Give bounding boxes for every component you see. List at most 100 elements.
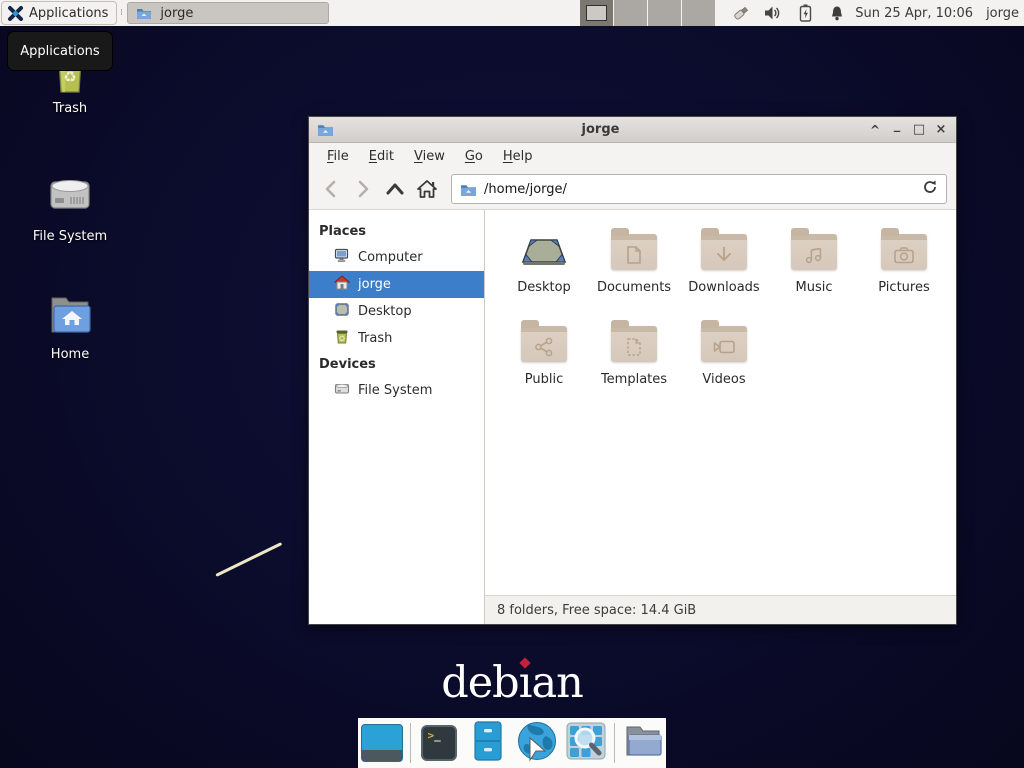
xfce-logo-icon — [6, 4, 24, 22]
desktop-icon-label: Trash — [53, 101, 87, 116]
file-item-pictures[interactable]: Pictures — [859, 226, 949, 318]
trash-icon — [334, 329, 350, 348]
file-item-label: Templates — [601, 372, 667, 387]
sidebar: Places Computer — [309, 210, 485, 624]
statusbar: 8 folders, Free space: 14.4 GiB — [485, 595, 956, 624]
up-button[interactable] — [382, 176, 408, 202]
workspace-window-thumb — [586, 5, 607, 21]
home-button[interactable] — [414, 176, 440, 202]
sidebar-item-desktop[interactable]: Desktop — [309, 298, 484, 325]
applications-menu-button[interactable]: Applications — [1, 1, 117, 25]
close-button[interactable]: × — [933, 121, 949, 139]
application-finder-launcher[interactable] — [565, 722, 607, 764]
file-item-public[interactable]: Public — [499, 318, 589, 410]
statusbar-text: 8 folders, Free space: 14.4 GiB — [497, 603, 696, 618]
app-finder-icon — [566, 721, 606, 765]
menu-help[interactable]: Help — [493, 146, 543, 167]
sidebar-item-trash[interactable]: Trash — [309, 325, 484, 352]
sidebar-item-jorge[interactable]: jorge — [309, 271, 484, 298]
usb-drive-icon[interactable] — [732, 4, 750, 22]
path-bar[interactable]: /home/jorge/ — [451, 174, 947, 204]
shade-button[interactable]: ^ — [867, 121, 883, 139]
desktop-screen: Applications ⁞ jorge — [0, 0, 1024, 768]
file-manager-window: jorge ^ _ □ × File Edit View Go Help — [308, 116, 957, 625]
desktop-icon — [334, 302, 350, 321]
folder-icon — [701, 234, 747, 270]
sidebar-item-label: Desktop — [358, 304, 412, 319]
minimize-button[interactable]: _ — [889, 121, 905, 139]
desktop-icon-file-system[interactable]: File System — [14, 170, 126, 244]
document-icon — [611, 240, 657, 270]
terminal-launcher[interactable]: >_ — [418, 722, 460, 764]
menubar: File Edit View Go Help — [309, 143, 956, 169]
video-camera-icon — [701, 332, 747, 362]
show-desktop-icon — [361, 724, 403, 762]
desktop-icon-home[interactable]: Home — [14, 292, 126, 362]
file-item-label: Videos — [702, 372, 745, 387]
terminal-icon: >_ — [421, 725, 457, 761]
toolbar: /home/jorge/ — [309, 169, 956, 210]
window-controls: ^ _ □ × — [867, 121, 949, 139]
file-item-videos[interactable]: Videos — [679, 318, 769, 410]
workspace-2[interactable] — [614, 0, 648, 26]
desktop-icon-label: File System — [33, 229, 107, 244]
file-item-label: Desktop — [517, 280, 571, 295]
sidebar-item-label: jorge — [358, 277, 391, 292]
folder-icon — [791, 234, 837, 270]
back-button[interactable] — [318, 176, 344, 202]
panel-user[interactable]: jorge — [986, 6, 1019, 21]
battery-charging-icon[interactable] — [796, 4, 814, 22]
workspace-3[interactable] — [648, 0, 682, 26]
taskbar-window-button[interactable]: jorge — [127, 2, 329, 24]
computer-icon — [334, 248, 350, 267]
workspace-switcher[interactable] — [580, 0, 716, 26]
dock-separator — [614, 723, 615, 763]
debian-logo: debıan — [0, 658, 1024, 708]
reload-button[interactable] — [922, 179, 938, 199]
maximize-button[interactable]: □ — [911, 121, 927, 139]
file-item-label: Public — [525, 372, 563, 387]
file-cabinet-icon — [473, 721, 503, 765]
window-folder-icon — [316, 121, 334, 139]
bell-icon[interactable] — [828, 4, 846, 22]
sidebar-item-label: File System — [358, 383, 432, 398]
workspace-4[interactable] — [682, 0, 716, 26]
volume-icon[interactable] — [764, 4, 782, 22]
show-desktop-button[interactable] — [361, 722, 403, 764]
folder-icon — [135, 4, 153, 22]
file-item-downloads[interactable]: Downloads — [679, 226, 769, 318]
menu-view[interactable]: View — [404, 146, 455, 167]
folder-icon — [881, 234, 927, 270]
file-item-documents[interactable]: Documents — [589, 226, 679, 318]
desktop-icon-label: Home — [51, 347, 89, 362]
sidebar-item-file-system[interactable]: File System — [309, 377, 484, 404]
folder-icon — [611, 234, 657, 270]
taskbar-window-label: jorge — [160, 6, 193, 21]
folder-icon — [521, 326, 567, 362]
sidebar-item-computer[interactable]: Computer — [309, 244, 484, 271]
path-input[interactable]: /home/jorge/ — [484, 182, 915, 197]
web-browser-launcher[interactable] — [516, 722, 558, 764]
workspace-1[interactable] — [580, 0, 614, 26]
file-item-desktop[interactable]: Desktop — [499, 226, 589, 318]
wallpaper-line-artifact — [215, 542, 282, 577]
file-item-music[interactable]: Music — [769, 226, 859, 318]
main-column: Desktop — [485, 210, 956, 624]
file-manager-launcher[interactable] — [467, 722, 509, 764]
forward-button[interactable] — [350, 176, 376, 202]
directory-menu-button[interactable] — [622, 722, 664, 764]
panel-handle[interactable]: ⁞ — [117, 8, 125, 18]
file-item-templates[interactable]: Templates — [589, 318, 679, 410]
titlebar[interactable]: jorge ^ _ □ × — [309, 117, 956, 143]
panel-clock[interactable]: Sun 25 Apr, 10:06 — [855, 6, 973, 21]
menu-file[interactable]: File — [317, 146, 359, 167]
file-item-label: Downloads — [688, 280, 759, 295]
home-icon — [334, 275, 350, 294]
sidebar-item-label: Trash — [358, 331, 392, 346]
path-folder-icon — [460, 182, 477, 197]
menu-edit[interactable]: Edit — [359, 146, 404, 167]
menu-go[interactable]: Go — [455, 146, 493, 167]
globe-browser-icon — [516, 720, 558, 766]
file-item-label: Music — [796, 280, 833, 295]
file-item-label: Pictures — [878, 280, 929, 295]
